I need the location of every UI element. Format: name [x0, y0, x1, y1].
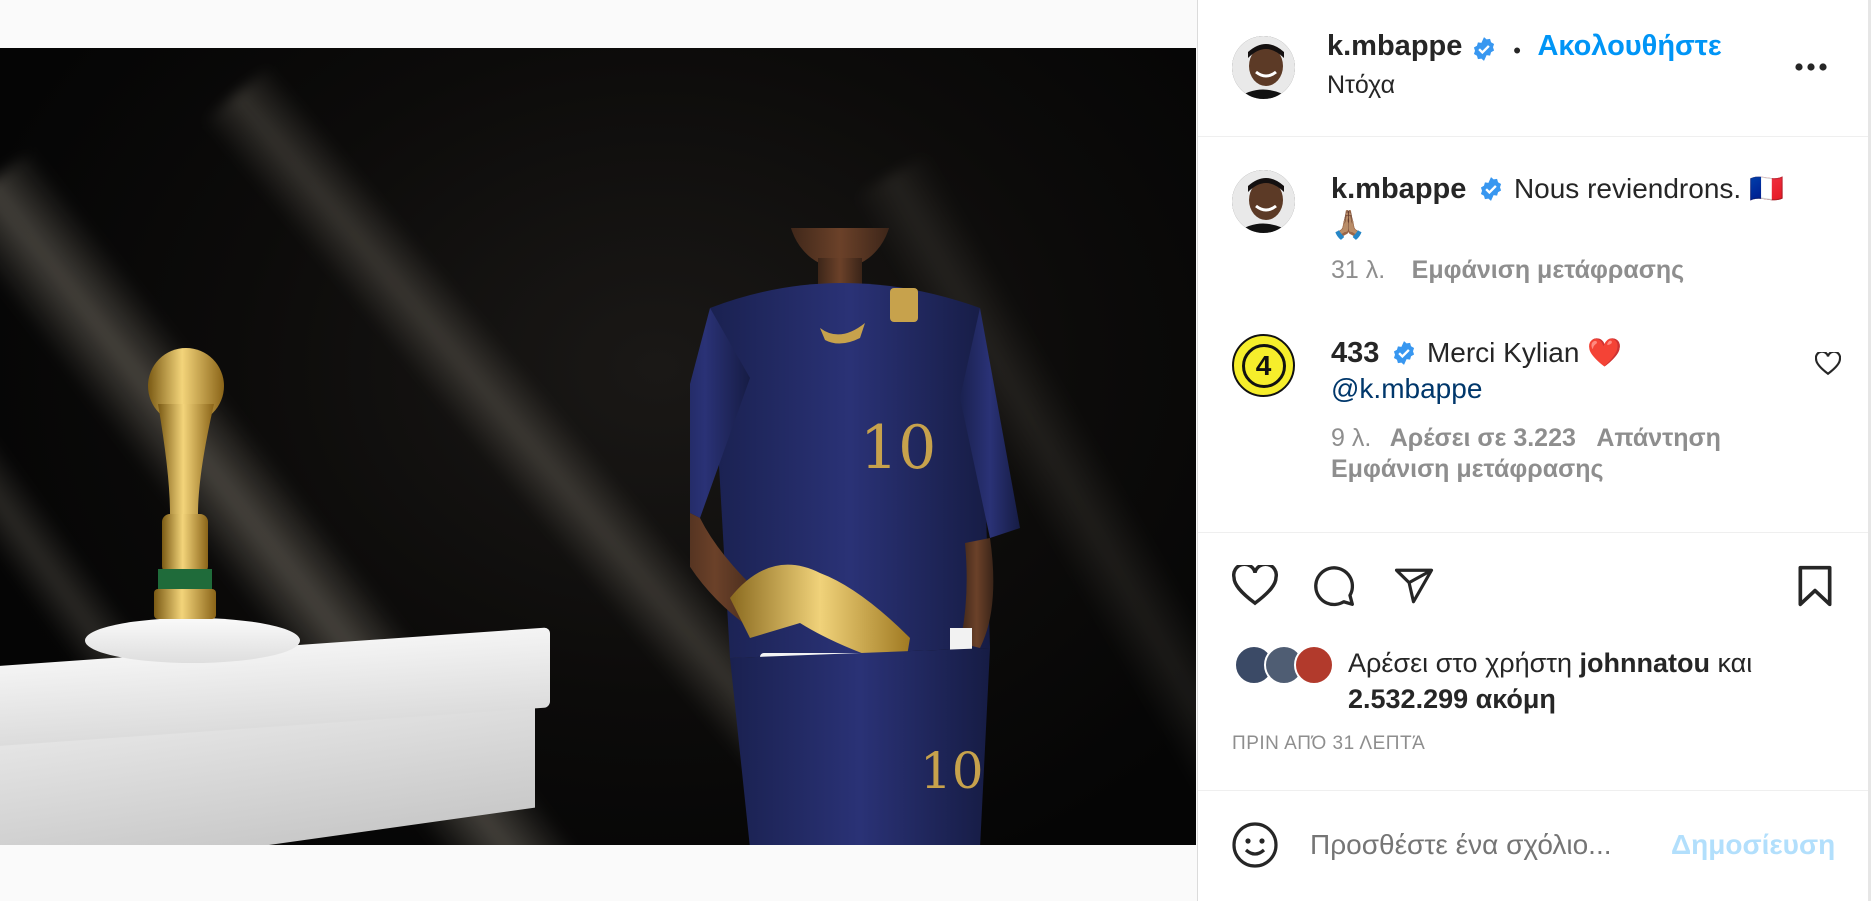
- avatar-image: [1232, 36, 1295, 99]
- caption-time[interactable]: 31 λ.: [1331, 256, 1385, 284]
- comment-mention-link[interactable]: @k.mbappe: [1331, 373, 1482, 404]
- caption-meta: 31 λ. Εμφάνιση μετάφρασης: [1331, 256, 1684, 285]
- likes-prefix: Αρέσει στο χρήστη: [1348, 648, 1580, 678]
- divider: [1198, 790, 1871, 791]
- heart-icon[interactable]: [1232, 565, 1278, 607]
- comment-meta: 9 λ. Αρέσει σε 3.223 Απάντηση: [1331, 424, 1721, 453]
- comment-text-block: 433 Merci Kylian ❤️ @k.mbappe: [1331, 335, 1801, 407]
- location-label[interactable]: Ντόχα: [1327, 71, 1395, 100]
- player-figure: 10 10: [690, 228, 1020, 845]
- header-title-row: k.mbappe • Ακολουθήστε: [1327, 30, 1722, 64]
- smiley-icon[interactable]: [1231, 821, 1279, 869]
- verified-badge-icon: [1481, 176, 1502, 201]
- verified-badge-icon: [1394, 340, 1415, 365]
- separator-dot: •: [1513, 37, 1521, 63]
- comment-icon[interactable]: [1312, 564, 1356, 608]
- liker-avatar: [1294, 645, 1334, 685]
- likes-middle: και: [1709, 648, 1753, 678]
- author-avatar[interactable]: [1232, 36, 1295, 99]
- follow-button[interactable]: Ακολουθήστε: [1537, 30, 1721, 62]
- comment-reply-button[interactable]: Απάντηση: [1596, 424, 1721, 452]
- comment-avatar-label: 4: [1241, 343, 1286, 388]
- avatar-image: [1232, 170, 1295, 233]
- comment-input[interactable]: [1310, 820, 1670, 870]
- divider: [1198, 532, 1871, 533]
- world-cup-trophy: [148, 348, 224, 619]
- comment-translate-link[interactable]: Εμφάνιση μετάφρασης: [1331, 455, 1603, 484]
- comment-likes-count[interactable]: Αρέσει σε 3.223: [1390, 424, 1576, 452]
- post-photo[interactable]: 10 10: [0, 48, 1196, 845]
- post-header: k.mbappe • Ακολουθήστε Ντόχα: [1198, 0, 1871, 137]
- caption-avatar[interactable]: [1232, 170, 1295, 233]
- comment-avatar[interactable]: 4: [1232, 334, 1295, 397]
- caption-text: Nous reviendrons. 🇫🇷: [1513, 173, 1784, 204]
- post-details-panel: k.mbappe • Ακολουθήστε Ντόχα k.mbappe No…: [1197, 0, 1871, 901]
- comment-text: Merci Kylian ❤️: [1426, 337, 1623, 368]
- bookmark-icon[interactable]: [1796, 564, 1834, 608]
- likes-text: Αρέσει στο χρήστη johnnatou και 2.532.29…: [1348, 645, 1848, 717]
- verified-badge-icon: [1473, 36, 1494, 61]
- likes-count-link[interactable]: 2.532.299 ακόμη: [1348, 684, 1556, 714]
- liker-avatars[interactable]: [1234, 645, 1344, 687]
- media-area: 10 10: [0, 0, 1197, 901]
- comment-like-heart-icon[interactable]: [1815, 352, 1841, 376]
- caption-translate-link[interactable]: Εμφάνιση μετάφρασης: [1412, 256, 1684, 284]
- author-username[interactable]: k.mbappe: [1327, 30, 1462, 62]
- likes-user-link[interactable]: johnnatou: [1579, 648, 1709, 678]
- more-horizontal-icon[interactable]: [1794, 62, 1828, 72]
- svg-text:10: 10: [860, 413, 936, 483]
- post-comment-button[interactable]: Δημοσίευση: [1671, 829, 1835, 861]
- svg-text:10: 10: [920, 742, 984, 800]
- caption-text-block: k.mbappe Nous reviendrons. 🇫🇷 🙏🏽: [1331, 171, 1841, 243]
- send-icon[interactable]: [1392, 565, 1436, 607]
- comment-time[interactable]: 9 λ.: [1331, 424, 1371, 452]
- comment-username[interactable]: 433: [1331, 337, 1379, 369]
- caption-emoji: 🙏🏽: [1331, 209, 1366, 240]
- post-timestamp[interactable]: ΠΡΙΝ ΑΠΌ 31 ΛΕΠΤΆ: [1232, 733, 1425, 755]
- caption-username[interactable]: k.mbappe: [1331, 173, 1466, 205]
- trophy-plinth: [85, 618, 300, 663]
